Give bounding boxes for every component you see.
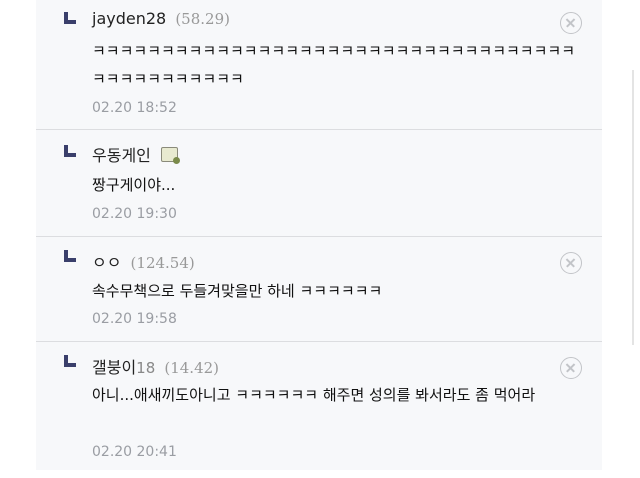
author-ip: (58.29) [175,10,230,28]
reply-arrow-icon [64,145,76,157]
author-ip: (124.54) [130,254,195,272]
comment-body: 속수무책으로 두들겨맞을만 하네 ㅋㅋㅋㅋㅋㅋ [92,282,383,300]
comment-body: 짱구게이야... [92,176,176,194]
author-name[interactable]: jayden28 [92,9,166,28]
reply-arrow-icon [64,355,76,367]
author-name[interactable]: 갤붕이 [92,358,136,377]
gallery-badge-icon [160,147,180,164]
reply-arrow-icon [64,250,76,262]
author-name[interactable]: ㅇㅇ [92,253,121,272]
comment-item: 우동게인 짱구게이야... 02.20 19:30 [36,130,602,237]
author-gallery-level: 18 [136,359,156,377]
comment-timestamp: 02.20 19:58 [92,311,177,327]
comment-author: 우동게인 [92,142,180,166]
comment-author: 갤붕이18 (14.42) [92,354,219,378]
scrollbar[interactable] [632,70,634,345]
author-ip: (14.42) [164,359,220,377]
comment-timestamp: 02.20 20:41 [92,444,177,460]
comment-item: ㅇㅇ (124.54) 속수무책으로 두들겨맞을만 하네 ㅋㅋㅋㅋㅋㅋ 02.2… [36,237,602,342]
comment-body: ㅋㅋㅋㅋㅋㅋㅋㅋㅋㅋㅋㅋㅋㅋㅋㅋㅋㅋㅋㅋㅋㅋㅋㅋㅋㅋㅋㅋㅋㅋㅋㅋㅋㅋㅋㅋㅋㅋㅋㅋ… [92,42,576,88]
delete-comment-icon[interactable] [560,12,582,34]
comment-author: ㅇㅇ (124.54) [92,249,195,273]
comment-item: 갤붕이18 (14.42) 아니...애새끼도아니고 ㅋㅋㅋㅋㅋㅋ 해주면 성의… [36,342,602,470]
delete-comment-icon[interactable] [560,252,582,274]
comment-timestamp: 02.20 19:30 [92,206,177,222]
reply-arrow-icon [64,12,76,24]
comment-list: jayden28 (58.29) ㅋㅋㅋㅋㅋㅋㅋㅋㅋㅋㅋㅋㅋㅋㅋㅋㅋㅋㅋㅋㅋㅋㅋ… [36,0,602,470]
comment-author: jayden28 (58.29) [92,9,230,28]
comment-body: 아니...애새끼도아니고 ㅋㅋㅋㅋㅋㅋ 해주면 성의를 봐서라도 좀 먹어라 [92,386,536,404]
comment-timestamp: 02.20 18:52 [92,100,177,116]
comment-item: jayden28 (58.29) ㅋㅋㅋㅋㅋㅋㅋㅋㅋㅋㅋㅋㅋㅋㅋㅋㅋㅋㅋㅋㅋㅋㅋ… [36,0,602,130]
author-name[interactable]: 우동게인 [92,146,151,165]
delete-comment-icon[interactable] [560,357,582,379]
